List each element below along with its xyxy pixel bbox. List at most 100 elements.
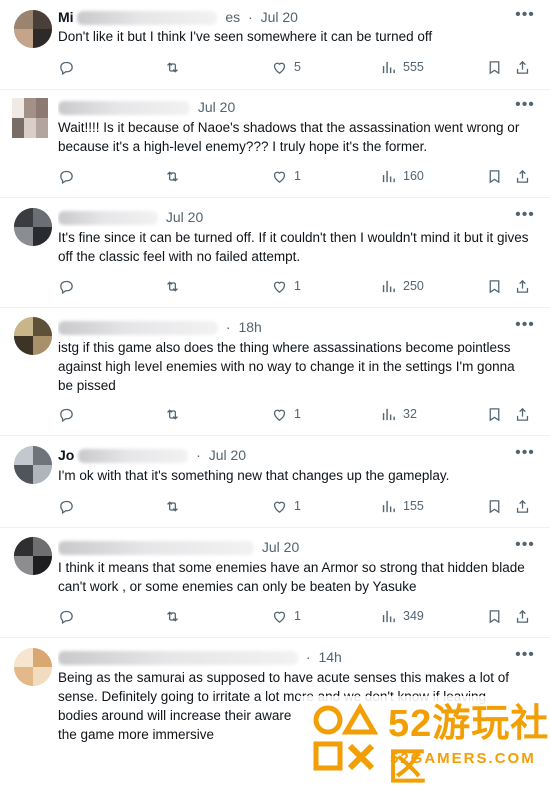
tweet-text: I'm ok with that it's something new that…: [58, 468, 450, 483]
blurred-author: [58, 101, 190, 116]
blurred-author: [58, 321, 218, 336]
more-icon[interactable]: •••: [514, 7, 536, 28]
author-name[interactable]: Mi: [58, 9, 74, 25]
reply-button[interactable]: [58, 606, 75, 626]
views-icon: [380, 406, 397, 423]
tweet-text: Wait!!!! Is it because of Naoe's shadows…: [58, 120, 520, 154]
more-icon[interactable]: •••: [514, 445, 536, 466]
like-button[interactable]: 1: [271, 166, 301, 186]
retweet-icon: [164, 168, 181, 185]
views-button[interactable]: 555: [380, 57, 424, 77]
more-icon[interactable]: •••: [514, 537, 536, 558]
bookmark-icon: [486, 168, 503, 185]
tweet[interactable]: Jul 20 ••• It's fine since it can be tur…: [0, 198, 550, 308]
avatar[interactable]: [14, 10, 52, 48]
share-button[interactable]: [514, 496, 531, 516]
share-button[interactable]: [514, 606, 531, 626]
tweet[interactable]: Jul 20 ••• Wait!!!! Is it because of Nao…: [0, 90, 550, 198]
bookmark-button[interactable]: [486, 606, 503, 626]
tweet-header: Mi es · Jul 20: [58, 9, 298, 26]
timestamp[interactable]: 18h: [238, 319, 261, 335]
share-button[interactable]: [514, 57, 531, 77]
tweet[interactable]: Mi es · Jul 20 ••• Don't like it but I t…: [0, 0, 550, 90]
view-count: 155: [403, 499, 424, 513]
author-name[interactable]: Jo: [58, 447, 74, 463]
view-count: 250: [403, 279, 424, 293]
share-icon: [514, 168, 531, 185]
avatar[interactable]: [12, 98, 48, 138]
reply-button[interactable]: [58, 57, 75, 77]
reply-button[interactable]: [58, 496, 75, 516]
timestamp[interactable]: Jul 20: [261, 9, 298, 25]
like-button[interactable]: 1: [271, 404, 301, 424]
more-icon[interactable]: •••: [514, 317, 536, 338]
bookmark-button[interactable]: [486, 404, 503, 424]
retweet-button[interactable]: [164, 166, 181, 186]
like-button[interactable]: 1: [271, 496, 301, 516]
timestamp[interactable]: Jul 20: [166, 209, 203, 225]
retweet-icon: [164, 498, 181, 515]
views-icon: [380, 59, 397, 76]
tweet-actions: 1 32: [58, 404, 532, 424]
avatar[interactable]: [14, 648, 52, 686]
tweet[interactable]: · 18h ••• istg if this game also does th…: [0, 308, 550, 436]
retweet-button[interactable]: [164, 404, 181, 424]
bookmark-button[interactable]: [486, 57, 503, 77]
timestamp[interactable]: Jul 20: [209, 447, 246, 463]
author-handle[interactable]: es: [225, 9, 240, 25]
avatar[interactable]: [14, 208, 52, 246]
timestamp[interactable]: 14h: [318, 649, 341, 665]
like-button[interactable]: 1: [271, 606, 301, 626]
avatar[interactable]: [14, 446, 52, 484]
tweet-actions: 1 155: [58, 496, 532, 516]
blurred-author: [58, 211, 158, 226]
tweet-header: Jul 20: [58, 207, 510, 227]
bookmark-button[interactable]: [486, 496, 503, 516]
views-button[interactable]: 349: [380, 606, 424, 626]
avatar[interactable]: [14, 317, 52, 355]
watermark-logo-icon: [313, 703, 379, 771]
more-icon[interactable]: •••: [514, 207, 536, 228]
like-count: 5: [294, 60, 301, 74]
retweet-icon: [164, 59, 181, 76]
tweet[interactable]: Jul 20 ••• I think it means that some en…: [0, 528, 550, 638]
view-count: 349: [403, 609, 424, 623]
views-button[interactable]: 32: [380, 404, 417, 424]
bookmark-button[interactable]: [486, 166, 503, 186]
timestamp[interactable]: Jul 20: [198, 99, 235, 115]
views-button[interactable]: 250: [380, 276, 424, 296]
like-button[interactable]: 1: [271, 276, 301, 296]
view-count: 32: [403, 407, 417, 421]
like-button[interactable]: 5: [271, 57, 301, 77]
retweet-button[interactable]: [164, 606, 181, 626]
bookmark-icon: [486, 59, 503, 76]
reply-icon: [58, 406, 75, 423]
watermark-title: 52游玩社区: [388, 703, 550, 789]
views-icon: [380, 168, 397, 185]
retweet-button[interactable]: [164, 57, 181, 77]
bookmark-icon: [486, 406, 503, 423]
tweet[interactable]: Jo · Jul 20 ••• I'm ok with that it's so…: [0, 436, 550, 528]
tweet-header: · 18h: [58, 317, 510, 337]
retweet-button[interactable]: [164, 276, 181, 296]
retweet-icon: [164, 406, 181, 423]
reply-button[interactable]: [58, 166, 75, 186]
timestamp[interactable]: Jul 20: [262, 539, 299, 555]
more-icon[interactable]: •••: [514, 647, 536, 668]
share-button[interactable]: [514, 404, 531, 424]
tweet-actions: 1 160: [58, 166, 532, 186]
reply-button[interactable]: [58, 404, 75, 424]
like-count: 1: [294, 609, 301, 623]
reply-icon: [58, 278, 75, 295]
tweet-text: istg if this game also does the thing wh…: [58, 340, 515, 393]
avatar[interactable]: [14, 537, 52, 575]
reply-button[interactable]: [58, 276, 75, 296]
views-button[interactable]: 155: [380, 496, 424, 516]
share-button[interactable]: [514, 276, 531, 296]
reply-icon: [58, 168, 75, 185]
share-button[interactable]: [514, 166, 531, 186]
retweet-button[interactable]: [164, 496, 181, 516]
bookmark-button[interactable]: [486, 276, 503, 296]
more-icon[interactable]: •••: [514, 97, 536, 118]
views-button[interactable]: 160: [380, 166, 424, 186]
